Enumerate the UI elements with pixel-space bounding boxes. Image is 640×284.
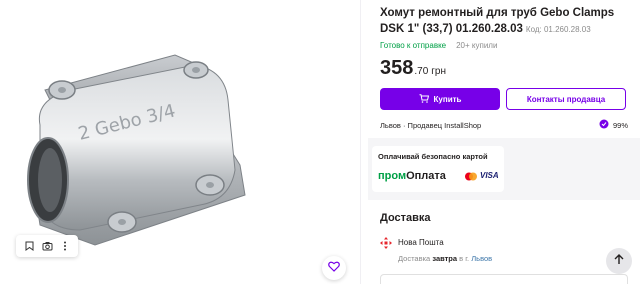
seller-rating-icon <box>599 119 609 131</box>
delivery-date-value: завтра <box>432 254 458 263</box>
delivery-carrier: Нова Пошта <box>398 238 444 247</box>
buy-button-label: Купить <box>433 94 462 104</box>
prom-oplata-logo: промОплата <box>378 170 446 182</box>
scroll-to-top-button[interactable] <box>606 248 632 274</box>
mastercard-icon <box>465 172 477 181</box>
price-cents: .70 <box>414 66 429 77</box>
price: 358 .70 грн <box>380 57 446 80</box>
visa-logo: VISA <box>480 171 499 180</box>
cart-icon <box>419 93 429 105</box>
payment-title: Оплачивай безопасно картой <box>378 152 488 161</box>
bought-count: 20+ купили <box>456 41 498 50</box>
payment-card: Оплачивай безопасно картой промОплата VI… <box>372 146 504 192</box>
product-title: Хомут ремонтный для труб Gebo Clamps DSK… <box>380 5 630 38</box>
seller-rating-value: 99% <box>612 120 628 130</box>
contact-seller-label: Контакты продавца <box>526 94 606 104</box>
delivery-heading: Доставка <box>380 212 431 224</box>
heart-icon <box>328 259 340 277</box>
delivery-city[interactable]: Львов <box>471 254 492 263</box>
brand-suffix: Оплата <box>406 170 446 182</box>
product-info-column: Хомут ремонтный для труб Gebo Clamps DSK… <box>368 0 640 284</box>
delivery-date-mid: в г. <box>459 254 470 263</box>
availability-row: Готово к отправке 20+ купили <box>380 41 497 50</box>
product-gallery: 2 Gebo 3/4 <box>0 0 356 284</box>
product-image[interactable]: 2 Gebo 3/4 <box>10 30 280 270</box>
price-main: 358 <box>380 57 414 79</box>
buy-button[interactable]: Купить <box>380 88 500 110</box>
delivery-card: Доставка Нова Пошта Доставка завтра в г.… <box>368 200 640 284</box>
bookmark-icon[interactable] <box>20 237 38 255</box>
add-to-favorites-button[interactable] <box>322 256 346 280</box>
product-page: 2 Gebo 3/4 Хомут ремонтный для труб Gebo… <box>0 0 640 284</box>
delivery-date-prefix: Доставка <box>398 254 431 263</box>
price-currency: грн <box>431 66 447 77</box>
product-summary-card: Хомут ремонтный для труб Gebo Clamps DSK… <box>368 0 640 138</box>
delivery-date: Доставка завтра в г. Львов <box>398 254 492 263</box>
nova-poshta-icon <box>380 237 392 249</box>
seller-row: Львов · Продавец InstallShop 99% <box>380 119 628 131</box>
seller-rating: 99% <box>599 119 628 131</box>
brand-prefix: пром <box>378 170 407 182</box>
column-divider <box>360 0 361 284</box>
contact-seller-button[interactable]: Контакты продавца <box>506 88 626 110</box>
product-code: Код: 01.260.28.03 <box>525 25 591 34</box>
image-action-bar <box>16 235 78 257</box>
availability-status: Готово к отправке <box>380 41 447 50</box>
arrow-up-icon <box>614 252 624 270</box>
camera-icon[interactable] <box>38 237 56 255</box>
more-icon[interactable] <box>56 237 74 255</box>
delivery-options-box <box>380 274 628 284</box>
seller-link[interactable]: Львов · Продавец InstallShop <box>380 121 481 130</box>
